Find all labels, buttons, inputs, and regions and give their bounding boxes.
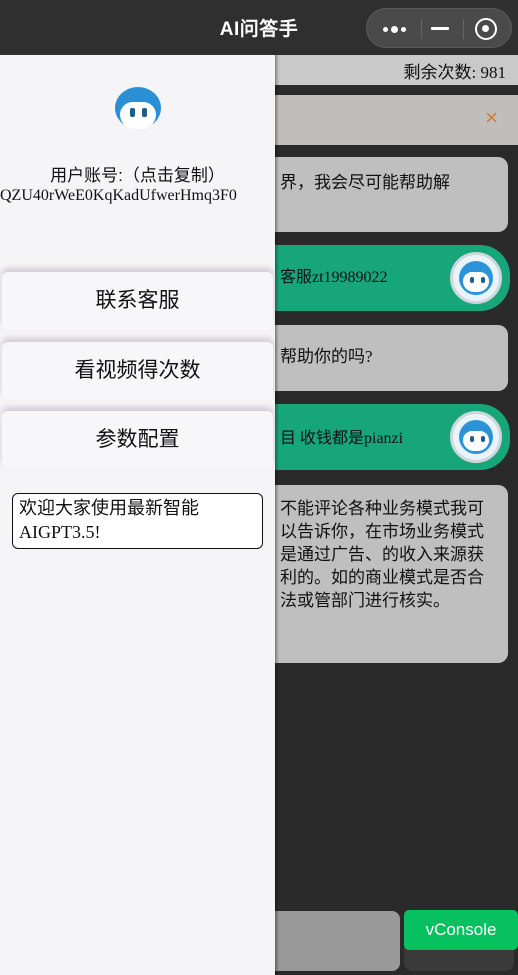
user-avatar (450, 252, 502, 304)
watch-video-button[interactable]: 看视频得次数 (2, 342, 273, 400)
side-drawer: 用户账号:（点击复制） QZU40rWeE0KqKadUfwerHmq3F0 联… (0, 55, 275, 975)
avatar-icon (115, 87, 161, 133)
account-id[interactable]: QZU40rWeE0KqKadUfwerHmq3F0 (0, 187, 300, 205)
message-text: 界，我会尽可能帮助解 (280, 173, 450, 192)
drawer-shadow (275, 55, 279, 975)
more-icon[interactable] (383, 26, 409, 33)
minimize-icon[interactable] (431, 27, 449, 30)
capsule-divider (421, 19, 422, 39)
message-text: 客服zt19989022 (280, 269, 388, 286)
message-text: 目 收钱都是pianzi (280, 430, 404, 447)
message-text: 帮助你的吗? (280, 347, 373, 366)
message-text: 不能评论各种业务模式我可以告诉你，在市场业务模式是通过广告、的收入来源获利的。如… (280, 499, 484, 610)
top-navigation-bar: AI问答手 (0, 0, 518, 55)
contact-support-button[interactable]: 联系客服 (2, 272, 273, 330)
vconsole-button[interactable]: vConsole (404, 910, 518, 950)
miniprogram-capsule (366, 8, 512, 48)
user-avatar (450, 411, 502, 463)
remaining-count: 剩余次数: 981 (403, 63, 506, 82)
close-miniprogram-icon[interactable] (475, 18, 497, 40)
parameter-config-button[interactable]: 参数配置 (2, 411, 273, 469)
close-icon[interactable]: × (485, 105, 498, 131)
capsule-divider (463, 19, 464, 39)
account-label[interactable]: 用户账号:（点击复制） (0, 161, 275, 186)
welcome-message: 欢迎大家使用最新智能AIGPT3.5! (12, 493, 263, 549)
